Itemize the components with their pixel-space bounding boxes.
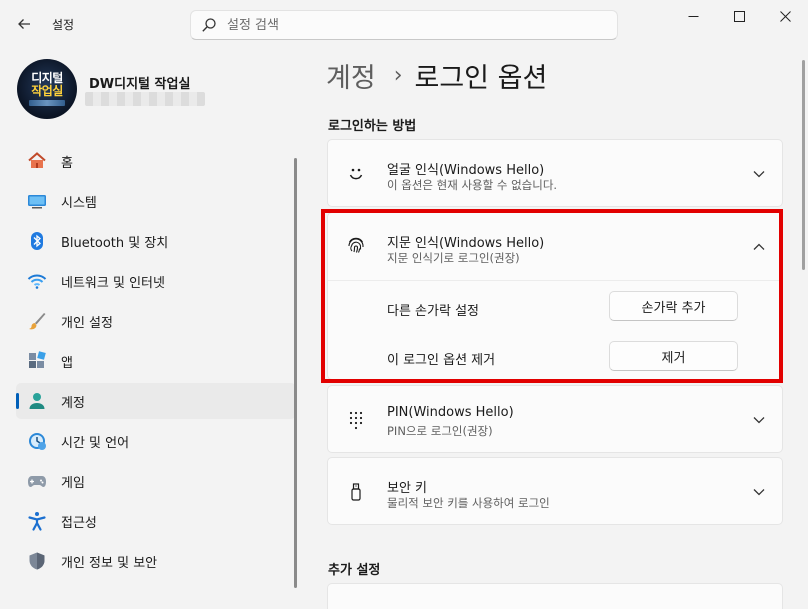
fingerprint-title: 지문 인식(Windows Hello) xyxy=(387,236,545,251)
sidebar-item-personalization[interactable]: 개인 설정 xyxy=(16,303,296,339)
sidebar-item-label: 개인 설정 xyxy=(61,315,113,331)
wifi-icon xyxy=(27,271,47,291)
maximize-button[interactable] xyxy=(716,0,762,32)
search-box[interactable] xyxy=(190,10,618,40)
fingerprint-card: 지문 인식(Windows Hello) 지문 인식기로 로그인(권장) 다른 … xyxy=(327,212,783,380)
arrow-left-icon xyxy=(18,19,30,29)
pin-keypad-icon xyxy=(346,410,366,430)
sidebar-item-bluetooth[interactable]: Bluetooth 및 장치 xyxy=(16,223,296,259)
divider xyxy=(328,280,782,281)
add-finger-button[interactable]: 손가락 추가 xyxy=(609,291,738,321)
accessibility-icon xyxy=(27,511,47,531)
sidebar-nav: 홈 시스템 Bluetooth 및 장치 네트워크 및 인터넷 개인 설정 앱 xyxy=(16,143,296,583)
sidebar-item-label: 접근성 xyxy=(61,515,97,531)
back-button[interactable] xyxy=(12,12,36,36)
usb-key-icon xyxy=(346,482,366,502)
sidebar-item-label: 개인 정보 및 보안 xyxy=(61,555,158,571)
face-recognition-card[interactable]: 얼굴 인식(Windows Hello) 이 옵션은 현재 사용할 수 없습니다… xyxy=(327,139,783,207)
chevron-up-icon[interactable] xyxy=(752,240,766,254)
minimize-button[interactable] xyxy=(670,0,716,32)
sidebar-item-accounts[interactable]: 계정 xyxy=(16,383,296,419)
chevron-down-icon[interactable] xyxy=(752,485,766,499)
sidebar-item-label: 계정 xyxy=(61,395,85,411)
page-title: 로그인 옵션 xyxy=(414,63,548,94)
sidebar-item-gaming[interactable]: 게임 xyxy=(16,463,296,499)
profile-email-redacted xyxy=(85,92,205,106)
close-icon xyxy=(779,10,791,22)
pin-title: PIN(Windows Hello) xyxy=(387,405,514,420)
sidebar-item-label: 네트워크 및 인터넷 xyxy=(61,275,165,291)
account-icon xyxy=(27,391,47,411)
fingerprint-subtitle: 지문 인식기로 로그인(권장) xyxy=(387,251,520,265)
sidebar-scrollbar[interactable] xyxy=(294,158,297,588)
sidebar-item-accessibility[interactable]: 접근성 xyxy=(16,503,296,539)
main-scrollbar[interactable] xyxy=(802,60,805,270)
profile-name: DW디지털 작업실 xyxy=(89,77,191,92)
close-button[interactable] xyxy=(762,0,808,32)
sidebar-item-home[interactable]: 홈 xyxy=(16,143,296,179)
face-icon xyxy=(346,164,366,184)
other-finger-label: 다른 손가락 설정 xyxy=(387,304,479,319)
sidebar-item-system[interactable]: 시스템 xyxy=(16,183,296,219)
sidebar-item-label: 앱 xyxy=(61,355,73,371)
fingerprint-card-header[interactable]: 지문 인식(Windows Hello) 지문 인식기로 로그인(권장) xyxy=(328,213,782,281)
app-title: 설정 xyxy=(52,18,75,32)
maximize-icon xyxy=(733,10,745,22)
avatar-text-line2: 작업실 xyxy=(31,84,63,98)
clock-icon xyxy=(27,431,47,451)
sidebar-item-label: 홈 xyxy=(61,155,73,171)
search-input[interactable] xyxy=(227,17,617,33)
chevron-down-icon[interactable] xyxy=(752,167,766,181)
sidebar-item-label: 게임 xyxy=(61,475,85,491)
remove-signin-option-label: 이 로그인 옵션 제거 xyxy=(387,353,496,368)
shield-icon xyxy=(27,551,47,571)
sidebar-item-label: Bluetooth 및 장치 xyxy=(61,235,169,251)
remove-button[interactable]: 제거 xyxy=(609,341,738,371)
face-recognition-title: 얼굴 인식(Windows Hello) xyxy=(387,163,545,178)
face-recognition-subtitle: 이 옵션은 현재 사용할 수 없습니다. xyxy=(387,178,558,192)
sidebar-item-privacy-security[interactable]: 개인 정보 및 보안 xyxy=(16,543,296,579)
additional-settings-card[interactable] xyxy=(327,583,783,609)
brush-icon xyxy=(27,311,47,331)
fingerprint-icon xyxy=(346,235,366,255)
apps-icon xyxy=(27,351,47,371)
chevron-down-icon[interactable] xyxy=(752,413,766,427)
title-bar: 설정 xyxy=(0,0,808,48)
avatar[interactable]: 디지털 작업실 xyxy=(17,59,77,119)
sidebar-item-label: 시간 및 언어 xyxy=(61,435,130,451)
breadcrumb: 계정 › 로그인 옵션 xyxy=(326,56,547,95)
bluetooth-icon xyxy=(27,231,47,251)
system-icon xyxy=(27,191,47,211)
sidebar-item-label: 시스템 xyxy=(61,195,97,211)
pin-subtitle: PIN으로 로그인(권장) xyxy=(387,424,493,438)
search-icon xyxy=(202,18,216,32)
security-key-subtitle: 물리적 보안 키를 사용하여 로그인 xyxy=(387,496,550,510)
breadcrumb-separator: › xyxy=(393,63,403,88)
section-title-signin: 로그인하는 방법 xyxy=(328,119,417,134)
breadcrumb-parent[interactable]: 계정 xyxy=(326,56,376,95)
security-key-title: 보안 키 xyxy=(387,481,428,496)
avatar-decoration xyxy=(29,100,65,106)
home-icon xyxy=(27,151,47,171)
pin-card[interactable]: PIN(Windows Hello) PIN으로 로그인(권장) xyxy=(327,385,783,453)
sidebar-item-time-language[interactable]: 시간 및 언어 xyxy=(16,423,296,459)
gamepad-icon xyxy=(27,471,47,491)
security-key-card[interactable]: 보안 키 물리적 보안 키를 사용하여 로그인 xyxy=(327,457,783,525)
minimize-icon xyxy=(688,15,698,17)
sidebar-item-apps[interactable]: 앱 xyxy=(16,343,296,379)
sidebar-item-network[interactable]: 네트워크 및 인터넷 xyxy=(16,263,296,299)
section-title-additional: 추가 설정 xyxy=(328,563,381,578)
